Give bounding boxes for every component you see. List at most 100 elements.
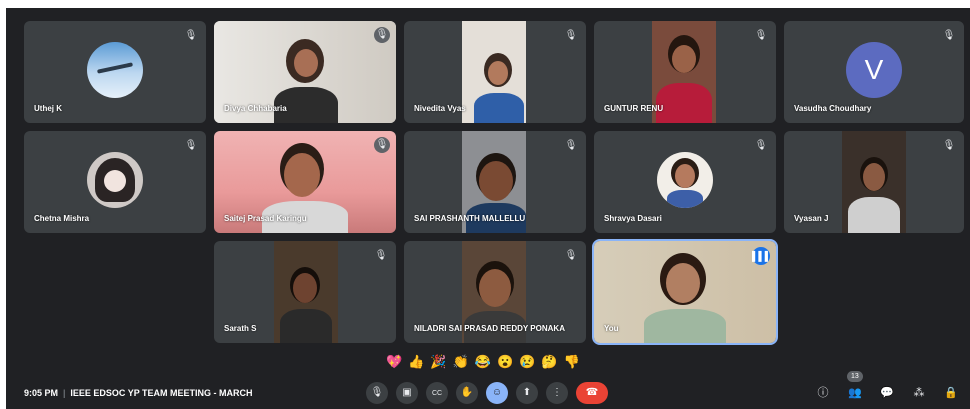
people-button[interactable]: 13 👥 bbox=[846, 371, 864, 402]
sad-reaction-icon[interactable]: 😢 bbox=[519, 353, 535, 371]
host-controls-button[interactable]: 🔒 bbox=[942, 384, 960, 402]
present-button[interactable]: ⬆ bbox=[516, 382, 538, 404]
participant-name: Vasudha Choudhary bbox=[794, 104, 872, 113]
chat-button[interactable]: 💬 bbox=[878, 384, 896, 402]
meeting-title: IEEE EDSOC YP TEAM MEETING - MARCH bbox=[70, 388, 253, 398]
thumbs-up-reaction-icon[interactable]: 👍 bbox=[408, 353, 424, 371]
reactions-bar: 💖 👍 🎉 👏 😂 😮 😢 🤔 👎 bbox=[386, 351, 580, 373]
participant-name: Uthej K bbox=[34, 104, 62, 113]
people-icon: 👥 bbox=[848, 387, 862, 399]
mic-muted-icon: 🎙 bbox=[564, 250, 578, 261]
people-count-badge: 13 bbox=[847, 371, 863, 382]
participant-tile[interactable]: 🎙 Divya Chhabaria bbox=[214, 21, 396, 123]
activities-button[interactable]: ⁂ bbox=[910, 384, 928, 402]
participant-tile[interactable]: 🎙 Nivedita Vyas bbox=[404, 21, 586, 123]
mic-muted-icon: 🎙 bbox=[184, 140, 198, 151]
participant-name: NILADRI SAI PRASAD REDDY PONAKA bbox=[414, 324, 565, 333]
mic-muted-icon: 🎙 bbox=[942, 30, 956, 41]
participant-tile[interactable]: 🎙 GUNTUR RENU bbox=[594, 21, 776, 123]
phone-hangup-icon: ☎ bbox=[585, 387, 599, 398]
participant-tile[interactable]: 🎙 NILADRI SAI PRASAD REDDY PONAKA bbox=[404, 241, 586, 343]
chat-icon: 💬 bbox=[880, 387, 894, 399]
participant-tile[interactable]: 🎙 Uthej K bbox=[24, 21, 206, 123]
mic-button[interactable]: 🎙 bbox=[366, 382, 388, 404]
hand-icon: ✋ bbox=[460, 387, 474, 398]
participant-body bbox=[644, 309, 726, 343]
participant-face bbox=[863, 163, 885, 191]
avatar-face bbox=[675, 164, 695, 188]
mic-muted-icon: 🎙 bbox=[754, 30, 768, 41]
participant-name: SAI PRASHANTH MALLELLU bbox=[414, 214, 526, 223]
participant-name: GUNTUR RENU bbox=[604, 104, 664, 113]
participant-face bbox=[666, 263, 700, 303]
participant-name: Saitej Prasad Karingu bbox=[224, 214, 307, 223]
mic-muted-icon: 🎙 bbox=[374, 137, 390, 153]
participant-tile[interactable]: 🎙 Chetna Mishra bbox=[24, 131, 206, 233]
participant-body bbox=[474, 93, 524, 123]
more-options-button[interactable]: ⋮ bbox=[546, 382, 568, 404]
present-icon: ⬆ bbox=[522, 387, 532, 398]
participant-face bbox=[293, 273, 317, 303]
participant-tile[interactable]: V 🎙 Vasudha Choudhary bbox=[784, 21, 964, 123]
mic-muted-icon: 🎙 bbox=[564, 30, 578, 41]
captions-button[interactable]: CC bbox=[426, 382, 448, 404]
more-vert-icon: ⋮ bbox=[552, 387, 562, 398]
participant-tile[interactable]: 🎙 Vyasan J bbox=[784, 131, 964, 233]
thinking-reaction-icon[interactable]: 🤔 bbox=[541, 353, 557, 371]
camera-button[interactable]: ▣ bbox=[396, 382, 418, 404]
mic-muted-icon: 🎙 bbox=[184, 30, 198, 41]
mic-muted-icon: 🎙 bbox=[754, 140, 768, 151]
participant-face bbox=[294, 49, 318, 77]
call-controls: 🎙 ▣ CC ✋ ☺ ⬆ ⋮ ☎ bbox=[366, 382, 608, 404]
raise-hand-button[interactable]: ✋ bbox=[456, 382, 478, 404]
participant-avatar bbox=[657, 152, 713, 208]
participant-tile-self[interactable]: ▌▌▌ You bbox=[592, 239, 778, 345]
avatar-body bbox=[667, 190, 703, 208]
participant-name: Sarath S bbox=[224, 324, 257, 333]
participant-body bbox=[280, 309, 332, 343]
thumbs-down-reaction-icon[interactable]: 👎 bbox=[564, 353, 580, 371]
participant-avatar bbox=[87, 152, 143, 208]
surprised-reaction-icon[interactable]: 😮 bbox=[497, 353, 513, 371]
reactions-button[interactable]: ☺ bbox=[486, 382, 508, 404]
participant-name: Shravya Dasari bbox=[604, 214, 662, 223]
participant-name: Vyasan J bbox=[794, 214, 829, 223]
participant-name: You bbox=[604, 324, 619, 333]
activities-icon: ⁂ bbox=[913, 387, 925, 399]
participant-face bbox=[488, 61, 508, 85]
mic-muted-icon: 🎙 bbox=[942, 140, 956, 151]
meeting-info-button[interactable]: ⓘ bbox=[814, 384, 832, 402]
captions-icon: CC bbox=[431, 390, 443, 397]
participant-body bbox=[848, 197, 900, 233]
clap-reaction-icon[interactable]: 👏 bbox=[453, 353, 469, 371]
meeting-time: 9:05 PM bbox=[24, 388, 59, 398]
laugh-reaction-icon[interactable]: 😂 bbox=[475, 353, 491, 371]
participant-body bbox=[656, 83, 712, 123]
participant-avatar: V bbox=[846, 42, 902, 98]
meeting-details: 9:05 PM | IEEE EDSOC YP TEAM MEETING - MAR… bbox=[24, 388, 253, 398]
participant-name: Nivedita Vyas bbox=[414, 104, 466, 113]
participant-avatar bbox=[87, 42, 143, 98]
info-icon: ⓘ bbox=[817, 387, 829, 399]
participant-face bbox=[479, 269, 511, 307]
participant-name: Divya Chhabaria bbox=[224, 104, 287, 113]
speaking-indicator-icon: ▌▌▌ bbox=[752, 247, 771, 265]
heart-reaction-icon[interactable]: 💖 bbox=[386, 353, 402, 371]
participant-tile[interactable]: 🎙 Shravya Dasari bbox=[594, 131, 776, 233]
end-call-button[interactable]: ☎ bbox=[576, 382, 608, 404]
avatar-face bbox=[104, 170, 126, 192]
emoji-icon: ☺ bbox=[491, 387, 503, 398]
participant-face bbox=[672, 45, 696, 73]
meeting-stage: 🎙 Uthej K 🎙 Divya Chhabaria 🎙 Nivedita V… bbox=[6, 8, 970, 409]
mic-muted-icon: 🎙 bbox=[374, 250, 388, 261]
party-reaction-icon[interactable]: 🎉 bbox=[430, 353, 446, 371]
participant-tile[interactable]: 🎙 Saitej Prasad Karingu bbox=[214, 131, 396, 233]
side-controls: ⓘ 13 👥 💬 ⁂ 🔒 bbox=[814, 371, 960, 402]
participant-name: Chetna Mishra bbox=[34, 214, 90, 223]
divider: | bbox=[63, 388, 66, 398]
camera-icon: ▣ bbox=[402, 387, 412, 398]
bottom-bar: 9:05 PM | IEEE EDSOC YP TEAM MEETING - MAR… bbox=[6, 371, 970, 409]
participant-tile[interactable]: 🎙 Sarath S bbox=[214, 241, 396, 343]
participant-tile[interactable]: 🎙 SAI PRASHANTH MALLELLU bbox=[404, 131, 586, 233]
airplane-icon bbox=[96, 62, 134, 74]
